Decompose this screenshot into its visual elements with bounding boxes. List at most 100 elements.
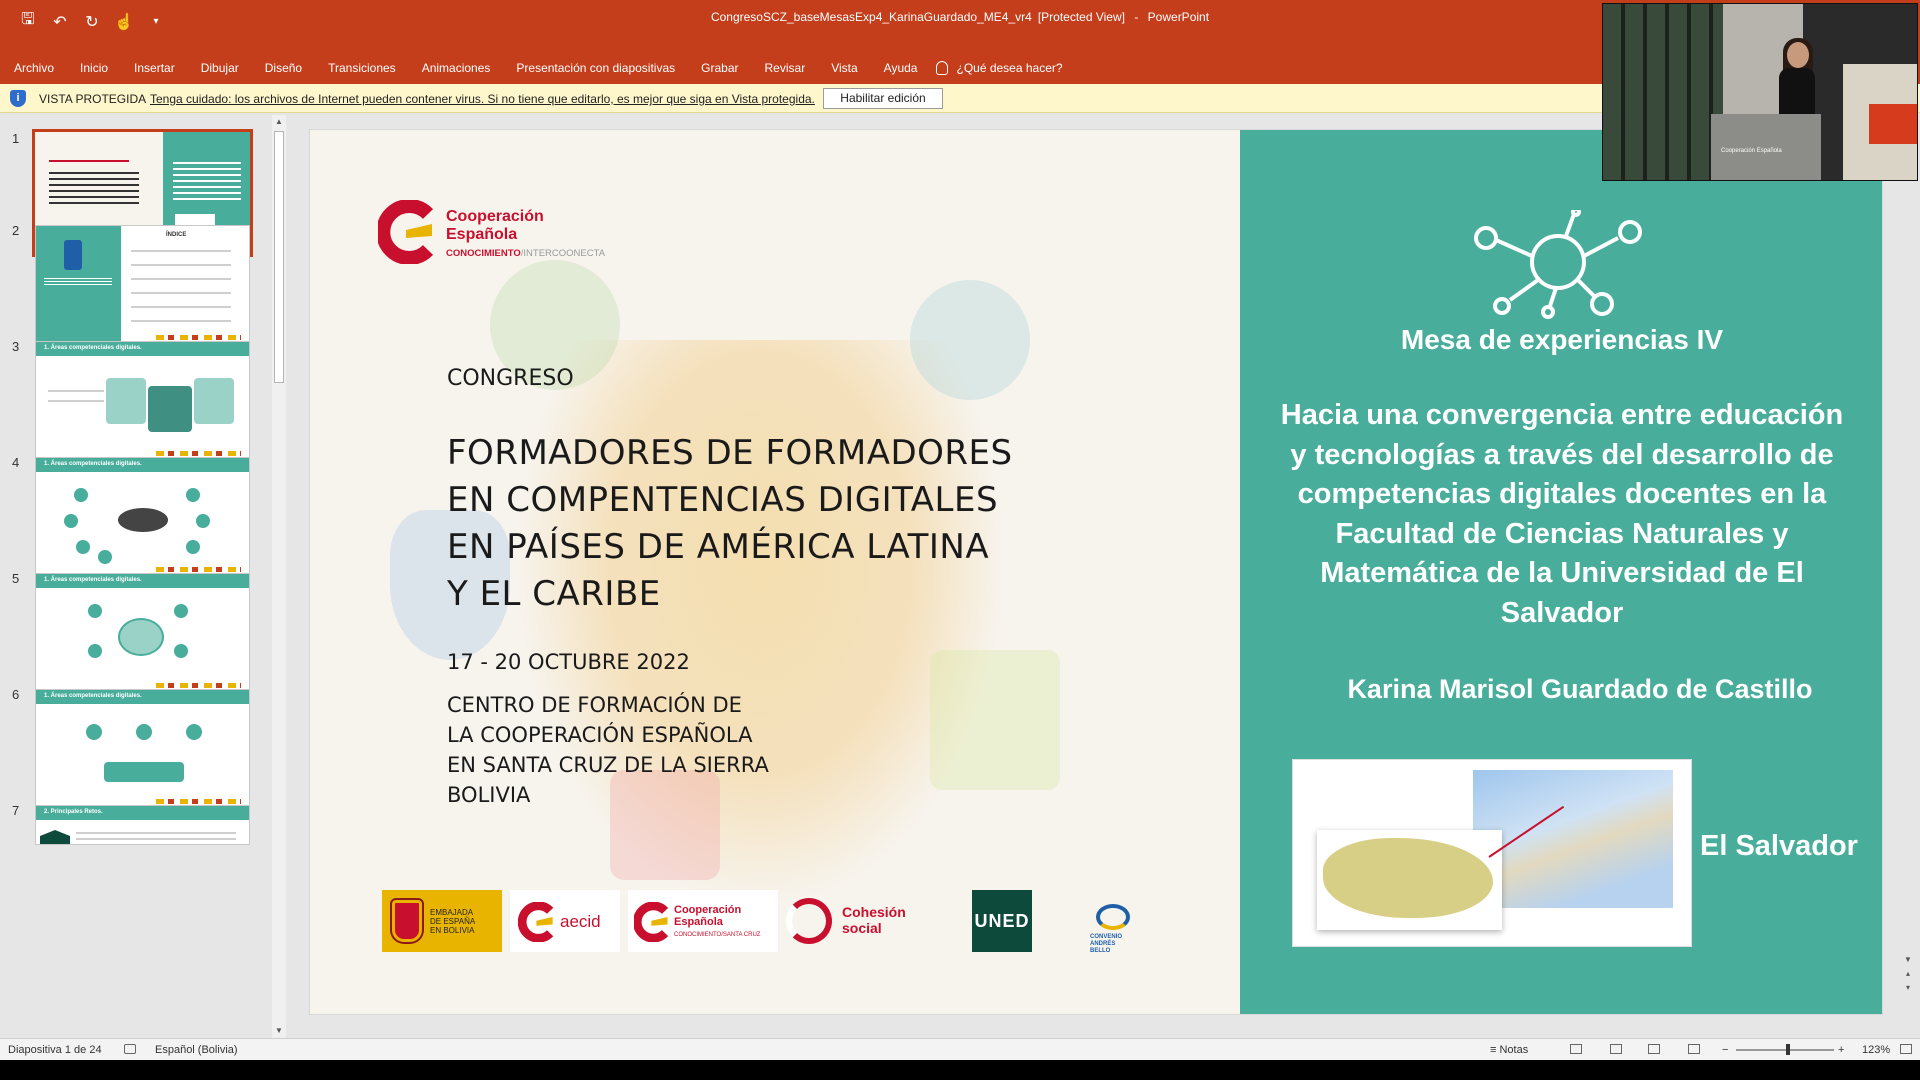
fit-to-window-icon[interactable] [1900, 1044, 1912, 1054]
title-line: Y EL CARIBE [447, 574, 661, 614]
scroll-up-arrow-icon[interactable]: ▲ [272, 115, 286, 129]
scroll-down-arrow-icon[interactable]: ▼ [272, 1024, 286, 1038]
tab-ayuda[interactable]: Ayuda [871, 61, 931, 75]
next-slide-icon[interactable]: ▾ [1900, 983, 1916, 997]
tab-transiciones[interactable]: Transiciones [315, 61, 409, 75]
coop-line: CONOCIMIENTO/SANTA CRUZ [674, 932, 761, 938]
thumbnail-slide-7[interactable]: 2. Principales Retos. [35, 805, 250, 845]
network-icon [1474, 210, 1642, 319]
talk-title: Hacia una convergencia entre educación y… [1280, 399, 1844, 629]
spellcheck-icon[interactable] [124, 1044, 136, 1054]
slide-right-panel: Mesa de experiencias IV Hacia una conver… [1240, 130, 1882, 1014]
app-name: PowerPoint [1147, 10, 1210, 24]
zoom-slider-thumb[interactable] [1785, 1044, 1790, 1055]
ribbon-tabs: Archivo Inicio Insertar Dibujar Diseño T… [14, 61, 1063, 75]
spain-crest-icon [392, 900, 422, 942]
speaker-name: Karina Marisol Guardado de Castillo [1347, 674, 1813, 704]
cooperacion-logo-icon [378, 200, 434, 264]
normal-view-icon[interactable] [1570, 1044, 1582, 1054]
zoom-level[interactable]: 123% [1862, 1044, 1890, 1056]
tab-revisar[interactable]: Revisar [752, 61, 819, 75]
aecid-logo-icon [518, 902, 554, 942]
thumbnail-slide-3[interactable]: 1. Áreas competenciales digitales. [35, 341, 250, 463]
protected-view-message[interactable]: Tenga cuidado: los archivos de Internet … [150, 92, 815, 106]
thumbnail-slide-5[interactable]: 1. Áreas competenciales digitales. [35, 573, 250, 695]
thumb-number: 5 [12, 571, 20, 586]
scrollbar-thumb[interactable] [274, 131, 284, 383]
uned-logo: UNED [972, 890, 1032, 952]
tab-dibujar[interactable]: Dibujar [188, 61, 252, 75]
thumb-number: 1 [12, 131, 20, 146]
tab-grabar[interactable]: Grabar [688, 61, 751, 75]
session-title: Mesa de experiencias IV [1400, 324, 1724, 355]
embajada-logo: EMBAJADA DE ESPAÑA EN BOLIVIA [382, 890, 502, 952]
embajada-line: EN BOLIVIA [430, 926, 475, 935]
thumb-slide-title: 1. Áreas competenciales digitales. [36, 458, 249, 472]
scroll-down-icon[interactable]: ▼ [1900, 955, 1916, 969]
venue-line: LA COOPERACIÓN ESPAÑOLA [447, 723, 753, 747]
embajada-line: EMBAJADA [430, 908, 474, 917]
notes-label: Notas [1499, 1044, 1529, 1056]
zoom-out-icon[interactable]: − [1722, 1044, 1728, 1056]
thumbnail-slide-4[interactable]: 1. Áreas competenciales digitales. [35, 457, 250, 579]
congress-venue: CENTRO DE FORMACIÓN DE LA COOPERACIÓN ES… [447, 690, 769, 810]
language-indicator[interactable]: Español (Bolivia) [155, 1044, 238, 1056]
venue-line: EN SANTA CRUZ DE LA SIERRA [447, 753, 769, 777]
tab-archivo[interactable]: Archivo [14, 61, 67, 75]
tab-insertar[interactable]: Insertar [121, 61, 188, 75]
tab-presentacion[interactable]: Presentación con diapositivas [503, 61, 688, 75]
title-line: EN COMPENTENCIAS DIGITALES [447, 480, 999, 520]
andres-line: ANDRÉS [1090, 941, 1116, 947]
thumb-slide-title: 1. Áreas competenciales digitales. [36, 690, 249, 704]
tab-animaciones[interactable]: Animaciones [409, 61, 504, 75]
thumb-index-title: ÍNDICE [166, 232, 187, 238]
reading-view-icon[interactable] [1648, 1044, 1660, 1054]
cohesion-star-icon [786, 898, 832, 944]
magnifier-illustration [910, 280, 1030, 400]
convenio-andres-bello-logo: CONVENIO ANDRÉS BELLO [1082, 890, 1142, 954]
view-mode: [Protected View] [1037, 10, 1125, 24]
podium: Cooperación Española [1711, 114, 1821, 180]
thumb-number: 4 [12, 455, 20, 470]
logo-intercoonecta: /INTERCOONECTA [520, 248, 606, 259]
thumb-number: 6 [12, 687, 20, 702]
title-line: FORMADORES DE FORMADORES [447, 433, 1013, 473]
notes-button[interactable]: ≡ Notas [1490, 1044, 1528, 1056]
cohesion-line: social [842, 920, 882, 936]
venue-line: CENTRO DE FORMACIÓN DE [447, 693, 742, 717]
cooperacion-santa-cruz-logo: Cooperación Española CONOCIMIENTO/SANTA … [628, 890, 778, 952]
previous-slide-icon[interactable]: ▴ [1900, 969, 1916, 983]
background-map-illustration [520, 340, 1000, 900]
thumb-slide-title: 1. Áreas competenciales digitales. [36, 342, 249, 356]
editor-vertical-scroll-controls[interactable]: ▼ ▴ ▾ [1900, 955, 1916, 1035]
thumb-slide-title: 1. Áreas competenciales digitales. [36, 574, 249, 588]
el-salvador-inset-map [1317, 830, 1502, 930]
thumb-slide-title: 2. Principales Retos. [36, 806, 249, 820]
logo-conocimiento: CONOCIMIENTO [446, 248, 521, 259]
slide-canvas[interactable]: Cooperación Española CONOCIMIENTO/INTERC… [309, 129, 1883, 1015]
title-line: EN PAÍSES DE AMÉRICA LATINA [447, 527, 990, 567]
central-america-map [1473, 770, 1673, 908]
protected-view-label: VISTA PROTEGIDA [39, 92, 147, 106]
coop-line: Española [674, 916, 723, 928]
tell-me-box[interactable]: ¿Qué desea hacer? [936, 61, 1063, 75]
coop-line: Cooperación [674, 904, 742, 916]
zoom-in-icon[interactable]: + [1838, 1044, 1844, 1056]
lightbulb-icon [936, 61, 949, 75]
aecid-name: aecid [560, 912, 601, 931]
thumbnail-scrollbar[interactable]: ▲ ▼ [272, 115, 286, 1038]
slideshow-icon[interactable] [1688, 1044, 1700, 1054]
andres-line: CONVENIO [1090, 934, 1123, 940]
thumbnail-slide-6[interactable]: 1. Áreas competenciales digitales. [35, 689, 250, 811]
tab-diseno[interactable]: Diseño [252, 61, 315, 75]
country-label: El Salvador [1700, 830, 1858, 862]
thumbnail-slide-2[interactable]: ÍNDICE [35, 225, 250, 347]
andres-bello-icon [1096, 904, 1130, 930]
aecid-logo: aecid [510, 890, 620, 952]
slide-counter: Diapositiva 1 de 24 [8, 1044, 102, 1056]
slide-sorter-icon[interactable] [1610, 1044, 1622, 1054]
tab-inicio[interactable]: Inicio [67, 61, 121, 75]
thumb-number: 2 [12, 223, 20, 238]
tab-vista[interactable]: Vista [818, 61, 870, 75]
enable-editing-button[interactable]: Habilitar edición [823, 88, 943, 109]
